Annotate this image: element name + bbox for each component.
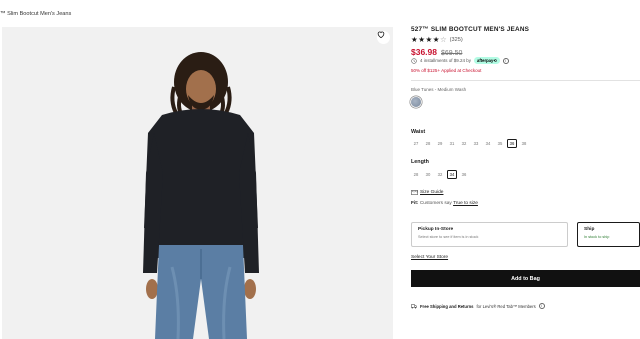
- color-swatch[interactable]: [411, 97, 421, 107]
- promo-text: 50% off $125+ Applied at Checkout: [411, 68, 482, 73]
- waist-label: Waist: [411, 129, 426, 135]
- product-title: 527™ SLIM BOOTCUT MEN'S JEANS: [411, 26, 530, 33]
- length-size-option[interactable]: 32: [435, 170, 445, 179]
- length-size-option[interactable]: 28: [411, 170, 421, 179]
- product-rating[interactable]: ★ ★ ★ ★ ☆ (325): [411, 36, 463, 44]
- length-size-options: 28 30 32 34 36: [411, 170, 469, 179]
- star-full-icon: ★: [432, 35, 440, 44]
- breadcrumb[interactable]: ™ Slim Bootcut Men's Jeans: [0, 11, 71, 17]
- waist-size-option[interactable]: 35: [495, 139, 505, 148]
- ship-option[interactable]: Ship In stock to ship: [577, 222, 640, 247]
- ship-subtitle: In stock to ship: [584, 235, 610, 239]
- ship-title: Ship: [584, 227, 595, 232]
- waist-size-option[interactable]: 28: [423, 139, 433, 148]
- info-icon[interactable]: i: [502, 57, 509, 64]
- fit-info: Fit: Customers say True to size: [411, 201, 478, 206]
- product-image: [2, 27, 393, 339]
- divider: [411, 80, 640, 81]
- price: $36.98 $69.50: [411, 47, 462, 57]
- select-store-link[interactable]: Select Your Store: [411, 255, 448, 260]
- waist-size-option[interactable]: 36: [507, 139, 517, 148]
- waist-size-option[interactable]: 29: [435, 139, 445, 148]
- pickup-title: Pickup In-Store: [418, 227, 454, 232]
- star-full-icon: ★: [418, 35, 425, 44]
- fit-link[interactable]: True to size: [453, 201, 478, 206]
- color-name: Blue Tunes - Medium Wash: [411, 87, 467, 92]
- waist-size-option[interactable]: 27: [411, 139, 421, 148]
- model-illustration: [2, 27, 393, 339]
- sale-price: $36.98: [411, 47, 437, 57]
- truck-icon: [411, 304, 417, 308]
- add-to-bag-button[interactable]: Add to Bag: [411, 270, 640, 287]
- original-price: $69.50: [441, 50, 463, 57]
- waist-size-option[interactable]: 33: [471, 139, 481, 148]
- afterpay-logo: afterpay⟲: [474, 57, 500, 64]
- star-full-icon: ★: [425, 35, 433, 44]
- review-count[interactable]: (325): [450, 37, 463, 43]
- length-label: Length: [411, 159, 429, 165]
- afterpay-info: 4 installments of $9.24 by afterpay⟲ i: [411, 57, 509, 64]
- afterpay-text: 4 installments of $9.24 by: [420, 58, 472, 63]
- waist-size-options: 27 28 29 31 32 33 34 35 36 38: [411, 139, 529, 148]
- rating-stars: ★ ★ ★ ★ ☆: [411, 36, 447, 44]
- length-size-option[interactable]: 34: [447, 170, 457, 179]
- star-empty-icon: ☆: [439, 35, 447, 44]
- shipping-bold: Free Shipping and Returns: [420, 303, 474, 309]
- length-size-option[interactable]: 36: [459, 170, 469, 179]
- waist-size-option[interactable]: 34: [483, 139, 493, 148]
- length-size-option[interactable]: 30: [423, 170, 433, 179]
- star-full-icon: ★: [411, 35, 418, 44]
- pickup-subtitle: Select store to see if item is in stock: [418, 235, 479, 239]
- size-guide-link[interactable]: Size Guide: [411, 190, 443, 195]
- info-icon[interactable]: i: [538, 303, 545, 309]
- waist-size-option[interactable]: 32: [459, 139, 469, 148]
- fit-label: Fit:: [411, 201, 419, 206]
- shipping-rest: for Levi's® Red Tab™ Members: [476, 303, 536, 309]
- size-guide-text[interactable]: Size Guide: [420, 190, 443, 195]
- pickup-in-store-option[interactable]: Pickup In-Store Select store to see if i…: [411, 222, 568, 247]
- ruler-icon: [411, 190, 418, 195]
- shipping-info: Free Shipping and Returns for Levi's® Re…: [411, 303, 545, 309]
- wishlist-heart-icon[interactable]: [377, 31, 390, 44]
- waist-size-option[interactable]: 31: [447, 139, 457, 148]
- product-details-panel: 527™ SLIM BOOTCUT MEN'S JEANS ★ ★ ★ ★ ☆ …: [411, 0, 640, 339]
- waist-size-option[interactable]: 38: [519, 139, 529, 148]
- fit-text: Customers say: [419, 201, 452, 206]
- installment-icon: [411, 57, 417, 64]
